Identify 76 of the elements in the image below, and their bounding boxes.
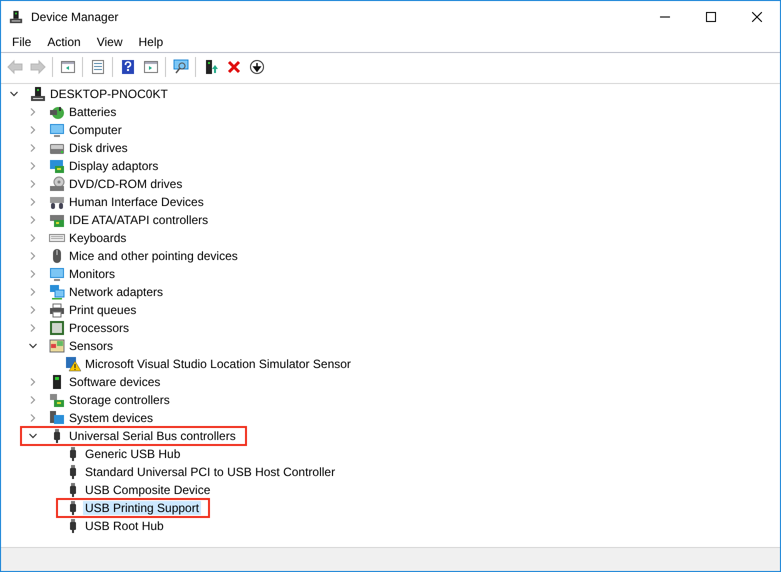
tree-item-label[interactable]: Software devices xyxy=(67,375,162,389)
menu-item[interactable]: View xyxy=(88,32,130,52)
tree-item-label[interactable]: DVD/CD-ROM drives xyxy=(67,177,184,191)
tree-item-label[interactable]: Standard Universal PCI to USB Host Controller xyxy=(83,465,338,479)
chevron-right-icon[interactable] xyxy=(29,414,37,422)
chevron-down-icon[interactable] xyxy=(10,90,18,98)
chevron-right-icon[interactable] xyxy=(29,396,37,404)
chevron-right-icon[interactable] xyxy=(29,216,37,224)
tree-item-label[interactable]: Mice and other pointing devices xyxy=(67,249,240,263)
tree-item-label[interactable]: Keyboards xyxy=(67,231,128,245)
computer-icon xyxy=(9,10,23,24)
back-arrow-icon xyxy=(6,59,22,75)
printer-icon xyxy=(49,302,65,318)
tree-item-label[interactable]: Processors xyxy=(67,321,132,335)
monitor-icon xyxy=(49,122,65,138)
tree-item-label[interactable]: Monitors xyxy=(67,267,118,281)
chevron-down-icon[interactable] xyxy=(29,432,37,440)
network-icon xyxy=(49,284,65,300)
tree-item-label[interactable]: Universal Serial Bus controllers xyxy=(67,429,238,443)
tree-item-label[interactable]: Computer xyxy=(67,123,124,137)
chevron-down-icon[interactable] xyxy=(29,342,37,350)
monitor-search-icon xyxy=(172,59,188,75)
close-icon xyxy=(226,59,242,75)
tree-item-label[interactable]: USB Printing Support xyxy=(83,501,202,515)
down-arrow-circle-icon xyxy=(248,59,264,75)
chevron-right-icon[interactable] xyxy=(29,306,37,314)
tree-item-label[interactable]: Generic USB Hub xyxy=(83,447,182,461)
controller-card-icon xyxy=(49,212,65,228)
window-title: Device Manager xyxy=(31,8,118,26)
close-icon xyxy=(752,12,762,22)
chevron-right-icon[interactable] xyxy=(29,144,37,152)
tree-item-label[interactable]: IDE ATA/ATAPI controllers xyxy=(67,213,210,227)
tree-item-label[interactable]: Print queues xyxy=(67,303,138,317)
chevron-right-icon[interactable] xyxy=(29,180,37,188)
tree-item-label[interactable]: Disk drives xyxy=(67,141,130,155)
tree-item-label[interactable]: Human Interface Devices xyxy=(67,195,206,209)
computer-icon xyxy=(30,86,46,102)
tree-item-label[interactable]: Storage controllers xyxy=(67,393,172,407)
chevron-right-icon[interactable] xyxy=(29,378,37,386)
menu-item[interactable]: File xyxy=(4,32,40,52)
chevron-right-icon[interactable] xyxy=(29,126,37,134)
menu-item[interactable]: Action xyxy=(39,32,89,52)
chevron-right-icon[interactable] xyxy=(29,234,37,242)
tree-item-label[interactable]: DESKTOP-PNOC0KT xyxy=(48,87,170,101)
monitor-icon xyxy=(49,266,65,282)
forward-arrow-icon xyxy=(30,59,46,75)
tree-item-label[interactable]: Microsoft Visual Studio Location Simulator Sensor xyxy=(83,357,353,371)
tree-item-label[interactable]: Network adapters xyxy=(67,285,166,299)
system-icon xyxy=(49,410,65,426)
tree-item-label[interactable]: Display adaptors xyxy=(67,159,160,173)
menu-item[interactable]: Help xyxy=(130,32,172,52)
warning-icon xyxy=(65,356,81,372)
battery-icon xyxy=(49,104,65,120)
keyboard-mouse-icon xyxy=(49,194,65,210)
chevron-right-icon[interactable] xyxy=(29,198,37,206)
tree-item-label[interactable]: System devices xyxy=(67,411,156,425)
display-adapter-icon xyxy=(49,158,65,174)
tree-item-label[interactable]: USB Root Hub xyxy=(83,519,166,533)
chip-icon xyxy=(49,320,65,336)
disc-drive-icon xyxy=(49,176,65,192)
pane-icon xyxy=(142,59,158,75)
tree-item-label[interactable]: Batteries xyxy=(67,105,118,119)
tree-item-label[interactable]: Sensors xyxy=(67,339,116,353)
help-icon xyxy=(120,59,136,75)
chevron-right-icon[interactable] xyxy=(29,252,37,260)
chevron-right-icon[interactable] xyxy=(29,324,37,332)
storage-icon xyxy=(49,392,65,408)
map-icon xyxy=(49,338,65,354)
pane-icon xyxy=(60,59,76,75)
chevron-right-icon[interactable] xyxy=(29,288,37,296)
chevron-right-icon[interactable] xyxy=(29,162,37,170)
maximize-icon xyxy=(706,12,716,22)
properties-icon xyxy=(90,59,106,75)
chevron-right-icon[interactable] xyxy=(29,108,37,116)
tree-item-label[interactable]: USB Composite Device xyxy=(83,483,212,497)
chevron-right-icon[interactable] xyxy=(29,270,37,278)
